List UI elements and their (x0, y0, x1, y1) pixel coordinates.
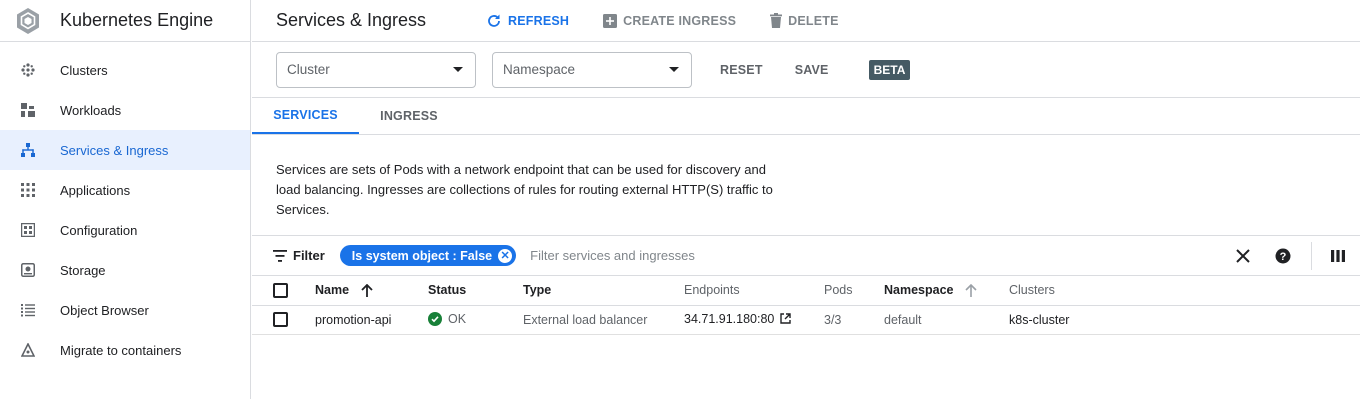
svg-text:?: ? (1280, 251, 1287, 263)
row-checkbox[interactable] (273, 312, 288, 328)
column-header-namespace[interactable]: Namespace (884, 276, 1009, 306)
filter-label[interactable]: Filter (293, 248, 325, 263)
add-box-icon (603, 13, 618, 28)
cluster-select[interactable]: Cluster (276, 51, 476, 88)
page-title: Services & Ingress (276, 10, 427, 30)
select-all-cell (252, 276, 315, 306)
namespace-select-placeholder: Namespace (503, 62, 576, 77)
row-select-cell (252, 305, 315, 335)
delete-button[interactable]: DELETE (770, 13, 839, 28)
sidebar-item-label: Configuration (60, 222, 138, 238)
sidebar-item-clusters[interactable]: Clusters (0, 50, 250, 90)
table-row[interactable]: promotion-api OK External load balancer … (252, 305, 1360, 335)
beta-badge: BETA (868, 59, 911, 80)
tab-bar: SERVICES INGRESS (252, 98, 1360, 135)
column-header-endpoints[interactable]: Endpoints (684, 276, 824, 306)
filter-chip[interactable]: Is system object : False ✕ (339, 245, 517, 266)
endpoint-link[interactable]: 34.71.91.180:80 (684, 312, 774, 326)
refresh-button[interactable]: REFRESH (486, 13, 569, 29)
column-header-pods[interactable]: Pods (824, 276, 884, 306)
create-ingress-button[interactable]: CREATE INGRESS (603, 13, 737, 28)
sidebar-item-label: Applications (60, 182, 131, 198)
applications-icon (20, 182, 36, 198)
status-badge: OK (428, 312, 466, 326)
main-content: Services & Ingress REFRESH CREATE INGRES… (252, 0, 1360, 399)
sidebar-item-migrate-to-containers[interactable]: Migrate to containers (0, 330, 250, 370)
namespace-select[interactable]: Namespace (492, 51, 692, 88)
help-icon[interactable]: ? (1271, 244, 1295, 268)
endpoints-cell: 34.71.91.180:80 (684, 305, 824, 335)
sidebar-item-label: Migrate to containers (60, 342, 182, 358)
product-title: Kubernetes Engine (60, 10, 214, 30)
sidebar-header: Kubernetes Engine (0, 0, 250, 42)
sidebar-item-workloads[interactable]: Workloads (0, 90, 250, 130)
pods-cell: 3/3 (824, 305, 884, 335)
filter-input[interactable] (530, 248, 1031, 263)
clusters-icon (20, 62, 36, 78)
cluster-select-placeholder: Cluster (287, 62, 330, 77)
sidebar-item-configuration[interactable]: Configuration (0, 210, 250, 250)
divider (1311, 242, 1312, 270)
storage-icon (20, 262, 36, 278)
chip-remove-icon[interactable]: ✕ (498, 248, 513, 263)
refresh-icon (486, 13, 502, 29)
configuration-icon (20, 222, 36, 238)
column-header-label: Name (315, 283, 350, 298)
sidebar: Kubernetes Engine Clusters Workloads Ser… (0, 0, 251, 399)
service-name-link[interactable]: promotion-api (315, 305, 428, 335)
sidebar-item-object-browser[interactable]: Object Browser (0, 290, 250, 330)
sidebar-item-storage[interactable]: Storage (0, 250, 250, 290)
status-cell: OK (428, 305, 523, 335)
sidebar-item-label: Services & Ingress (60, 142, 169, 158)
description-panel: Services are sets of Pods with a network… (252, 135, 1360, 236)
sidebar-nav: Clusters Workloads Services & Ingress Ap… (0, 42, 250, 370)
services-table: Name Status Type Endpoints Pods Namespac… (252, 276, 1360, 335)
check-circle-icon (428, 312, 442, 326)
workloads-icon (20, 102, 36, 118)
table-header-row: Name Status Type Endpoints Pods Namespac… (252, 276, 1360, 306)
sidebar-item-services-ingress[interactable]: Services & Ingress (0, 130, 250, 170)
tab-services[interactable]: SERVICES (252, 98, 359, 134)
delete-label: DELETE (788, 13, 839, 28)
top-toolbar: Services & Ingress REFRESH CREATE INGRES… (252, 0, 1360, 42)
create-ingress-label: CREATE INGRESS (623, 13, 737, 28)
namespace-cell: default (884, 305, 1009, 335)
clear-filter-icon[interactable] (1231, 244, 1255, 268)
kubernetes-engine-logo-icon[interactable] (13, 6, 43, 36)
description-text: Services are sets of Pods with a network… (276, 162, 773, 217)
migrate-icon (20, 342, 36, 358)
save-button[interactable]: SAVE (795, 63, 829, 77)
reset-button[interactable]: RESET (720, 63, 763, 77)
sidebar-item-label: Workloads (60, 102, 122, 118)
select-all-checkbox[interactable] (273, 282, 288, 298)
column-header-status[interactable]: Status (428, 276, 523, 306)
dropdown-caret-icon (453, 67, 463, 72)
table-actions: ? (1231, 236, 1360, 276)
clusters-cell[interactable]: k8s-cluster (1009, 305, 1360, 335)
type-cell: External load balancer (523, 305, 684, 335)
refresh-label: REFRESH (508, 13, 570, 28)
filter-icon[interactable] (273, 249, 287, 262)
column-header-label: Namespace (884, 283, 954, 298)
sort-arrow-up-icon[interactable] (360, 284, 373, 298)
sidebar-item-label: Object Browser (60, 302, 149, 318)
column-header-clusters[interactable]: Clusters (1009, 276, 1360, 306)
sort-arrow-up-icon[interactable] (965, 284, 977, 298)
table-filter-row: Filter Is system object : False ✕ ? (252, 236, 1360, 276)
object-browser-icon (20, 302, 36, 318)
column-header-name[interactable]: Name (315, 276, 428, 306)
dropdown-caret-icon (669, 67, 679, 72)
sidebar-item-label: Clusters (60, 62, 108, 78)
open-in-new-icon[interactable] (780, 313, 791, 327)
filter-chip-label: Is system object : False (351, 248, 493, 263)
column-header-type[interactable]: Type (523, 276, 684, 306)
trash-icon (770, 13, 783, 28)
sidebar-item-label: Storage (60, 262, 106, 278)
column-display-icon[interactable] (1326, 244, 1350, 268)
services-icon (20, 142, 36, 158)
status-text: OK (448, 312, 467, 326)
sidebar-item-applications[interactable]: Applications (0, 170, 250, 210)
tab-ingress[interactable]: INGRESS (359, 98, 459, 134)
scope-filter-bar: Cluster Namespace RESET SAVE BETA (252, 42, 1360, 98)
